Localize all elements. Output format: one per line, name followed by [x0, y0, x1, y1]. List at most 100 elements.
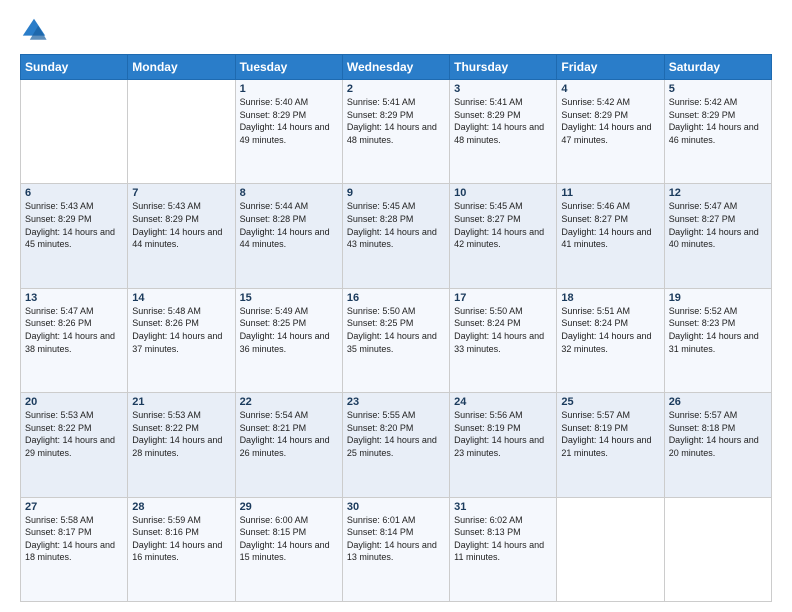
day-info: Sunrise: 5:42 AMSunset: 8:29 PMDaylight:… [669, 96, 767, 146]
calendar-week-2: 6 Sunrise: 5:43 AMSunset: 8:29 PMDaylight… [21, 184, 772, 288]
calendar-cell: 12Sunrise: 5:47 AMSunset: 8:27 PMDayligh… [664, 184, 771, 288]
day-number: 20 [25, 396, 123, 408]
calendar-cell: 26Sunrise: 5:57 AMSunset: 8:18 PMDayligh… [664, 393, 771, 497]
day-number: 8 [240, 187, 338, 199]
calendar-cell: 20Sunrise: 5:53 AMSunset: 8:22 PMDayligh… [21, 393, 128, 497]
day-info: Sunrise: 5:42 AMSunset: 8:29 PMDaylight:… [561, 96, 659, 146]
day-number: 10 [454, 187, 552, 199]
logo-icon [20, 16, 48, 44]
day-number: 11 [561, 187, 659, 199]
calendar-cell: 21Sunrise: 5:53 AMSunset: 8:22 PMDayligh… [128, 393, 235, 497]
calendar-cell: 16Sunrise: 5:50 AMSunset: 8:25 PMDayligh… [342, 288, 449, 392]
calendar: SundayMondayTuesdayWednesdayThursdayFrid… [20, 54, 772, 602]
day-info: Sunrise: 5:45 AMSunset: 8:27 PMDaylight:… [454, 200, 552, 250]
calendar-week-3: 13Sunrise: 5:47 AMSunset: 8:26 PMDayligh… [21, 288, 772, 392]
calendar-cell: 7Sunrise: 5:43 AMSunset: 8:29 PMDaylight… [128, 184, 235, 288]
weekday-header-thursday: Thursday [450, 55, 557, 80]
calendar-cell: 9Sunrise: 5:45 AMSunset: 8:28 PMDaylight… [342, 184, 449, 288]
day-info: Sunrise: 5:59 AMSunset: 8:16 PMDaylight:… [132, 514, 230, 564]
calendar-cell: 17Sunrise: 5:50 AMSunset: 8:24 PMDayligh… [450, 288, 557, 392]
calendar-cell: 22Sunrise: 5:54 AMSunset: 8:21 PMDayligh… [235, 393, 342, 497]
day-info: Sunrise: 5:56 AMSunset: 8:19 PMDaylight:… [454, 409, 552, 459]
calendar-cell: 15Sunrise: 5:49 AMSunset: 8:25 PMDayligh… [235, 288, 342, 392]
day-number: 27 [25, 501, 123, 513]
calendar-cell: 24Sunrise: 5:56 AMSunset: 8:19 PMDayligh… [450, 393, 557, 497]
day-info: Sunrise: 5:44 AMSunset: 8:28 PMDaylight:… [240, 200, 338, 250]
calendar-cell: 28Sunrise: 5:59 AMSunset: 8:16 PMDayligh… [128, 497, 235, 601]
calendar-cell: 6Sunrise: 5:43 AMSunset: 8:29 PMDaylight… [21, 184, 128, 288]
calendar-cell: 25Sunrise: 5:57 AMSunset: 8:19 PMDayligh… [557, 393, 664, 497]
weekday-header-saturday: Saturday [664, 55, 771, 80]
day-info: Sunrise: 5:41 AMSunset: 8:29 PMDaylight:… [454, 96, 552, 146]
weekday-header-monday: Monday [128, 55, 235, 80]
calendar-week-5: 27Sunrise: 5:58 AMSunset: 8:17 PMDayligh… [21, 497, 772, 601]
day-info: Sunrise: 5:48 AMSunset: 8:26 PMDaylight:… [132, 305, 230, 355]
day-number: 28 [132, 501, 230, 513]
day-info: Sunrise: 5:40 AMSunset: 8:29 PMDaylight:… [240, 96, 338, 146]
day-number: 19 [669, 292, 767, 304]
calendar-cell: 18Sunrise: 5:51 AMSunset: 8:24 PMDayligh… [557, 288, 664, 392]
day-info: Sunrise: 5:41 AMSunset: 8:29 PMDaylight:… [347, 96, 445, 146]
weekday-header-wednesday: Wednesday [342, 55, 449, 80]
day-number: 31 [454, 501, 552, 513]
day-number: 25 [561, 396, 659, 408]
day-number: 1 [240, 83, 338, 95]
day-number: 6 [25, 187, 123, 199]
calendar-cell: 31Sunrise: 6:02 AMSunset: 8:13 PMDayligh… [450, 497, 557, 601]
calendar-cell: 19Sunrise: 5:52 AMSunset: 8:23 PMDayligh… [664, 288, 771, 392]
calendar-week-4: 20 Sunrise: 5:53 AMSunset: 8:22 PMDayligh… [21, 393, 772, 497]
day-number: 4 [561, 83, 659, 95]
day-info: Sunrise: 5:51 AMSunset: 8:24 PMDaylight:… [561, 305, 659, 355]
header [20, 16, 772, 44]
calendar-cell [557, 497, 664, 601]
calendar-cell: 14Sunrise: 5:48 AMSunset: 8:26 PMDayligh… [128, 288, 235, 392]
day-number: 7 [132, 187, 230, 199]
day-info: Sunrise: 5:49 AMSunset: 8:25 PMDaylight:… [240, 305, 338, 355]
calendar-cell: 23Sunrise: 5:55 AMSunset: 8:20 PMDayligh… [342, 393, 449, 497]
day-number: 30 [347, 501, 445, 513]
day-info: Sunrise: 5:52 AMSunset: 8:23 PMDaylight:… [669, 305, 767, 355]
day-info: Sunrise: 5:57 AMSunset: 8:19 PMDaylight:… [561, 409, 659, 459]
weekday-header-friday: Friday [557, 55, 664, 80]
day-number: 18 [561, 292, 659, 304]
day-info: Sunrise: 5:43 AMSunset: 8:29 PMDaylight:… [132, 200, 230, 250]
day-info: Sunrise: 5:50 AMSunset: 8:24 PMDaylight:… [454, 305, 552, 355]
calendar-cell: 10Sunrise: 5:45 AMSunset: 8:27 PMDayligh… [450, 184, 557, 288]
day-number: 24 [454, 396, 552, 408]
day-number: 3 [454, 83, 552, 95]
day-info: Sunrise: 6:02 AMSunset: 8:13 PMDaylight:… [454, 514, 552, 564]
day-number: 15 [240, 292, 338, 304]
day-info: Sunrise: 5:46 AMSunset: 8:27 PMDaylight:… [561, 200, 659, 250]
day-number: 23 [347, 396, 445, 408]
weekday-header-sunday: Sunday [21, 55, 128, 80]
calendar-cell: 4Sunrise: 5:42 AMSunset: 8:29 PMDaylight… [557, 80, 664, 184]
calendar-cell: 3Sunrise: 5:41 AMSunset: 8:29 PMDaylight… [450, 80, 557, 184]
day-info: Sunrise: 5:55 AMSunset: 8:20 PMDaylight:… [347, 409, 445, 459]
day-number: 13 [25, 292, 123, 304]
calendar-cell: 8Sunrise: 5:44 AMSunset: 8:28 PMDaylight… [235, 184, 342, 288]
day-number: 9 [347, 187, 445, 199]
weekday-header-tuesday: Tuesday [235, 55, 342, 80]
calendar-cell: 2Sunrise: 5:41 AMSunset: 8:29 PMDaylight… [342, 80, 449, 184]
calendar-cell: 30Sunrise: 6:01 AMSunset: 8:14 PMDayligh… [342, 497, 449, 601]
calendar-cell: 13Sunrise: 5:47 AMSunset: 8:26 PMDayligh… [21, 288, 128, 392]
day-number: 2 [347, 83, 445, 95]
day-number: 21 [132, 396, 230, 408]
day-number: 16 [347, 292, 445, 304]
calendar-cell: 1Sunrise: 5:40 AMSunset: 8:29 PMDaylight… [235, 80, 342, 184]
day-info: Sunrise: 5:47 AMSunset: 8:26 PMDaylight:… [25, 305, 123, 355]
day-info: Sunrise: 5:54 AMSunset: 8:21 PMDaylight:… [240, 409, 338, 459]
day-info: Sunrise: 5:50 AMSunset: 8:25 PMDaylight:… [347, 305, 445, 355]
day-info: Sunrise: 5:53 AMSunset: 8:22 PMDaylight:… [132, 409, 230, 459]
day-number: 26 [669, 396, 767, 408]
day-number: 17 [454, 292, 552, 304]
day-number: 5 [669, 83, 767, 95]
day-number: 14 [132, 292, 230, 304]
day-info: Sunrise: 5:45 AMSunset: 8:28 PMDaylight:… [347, 200, 445, 250]
calendar-cell: 5Sunrise: 5:42 AMSunset: 8:29 PMDaylight… [664, 80, 771, 184]
day-info: Sunrise: 5:57 AMSunset: 8:18 PMDaylight:… [669, 409, 767, 459]
logo [20, 16, 52, 44]
day-number: 12 [669, 187, 767, 199]
day-info: Sunrise: 6:01 AMSunset: 8:14 PMDaylight:… [347, 514, 445, 564]
page: SundayMondayTuesdayWednesdayThursdayFrid… [0, 0, 792, 612]
